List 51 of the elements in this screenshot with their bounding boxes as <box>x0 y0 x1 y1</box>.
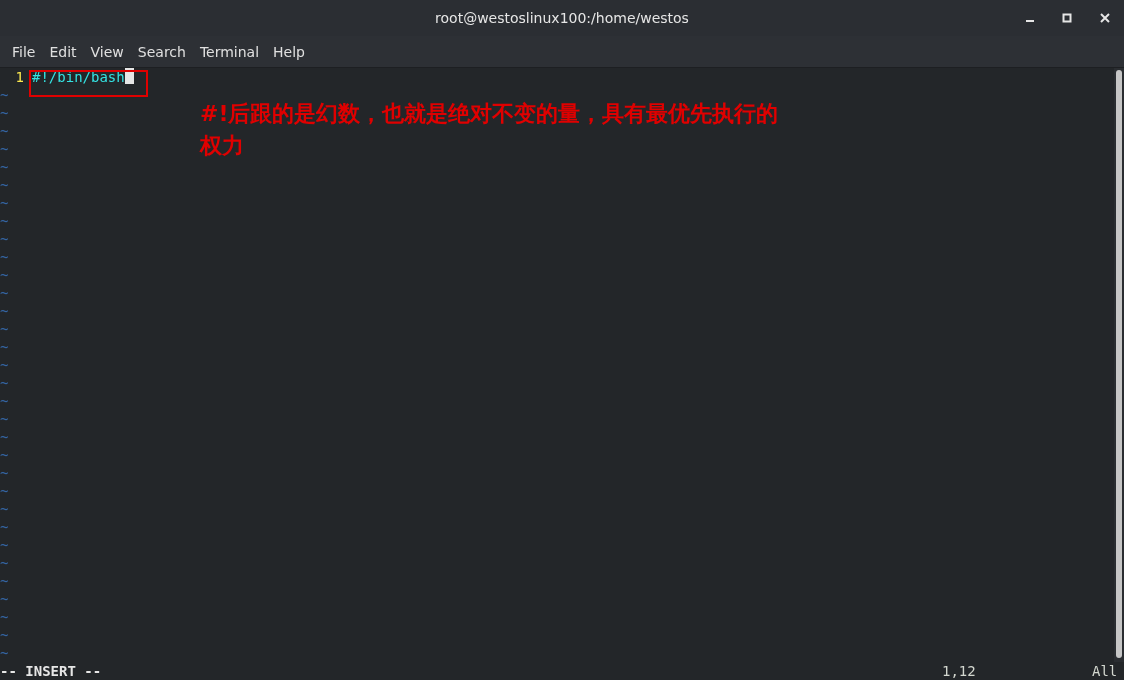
empty-line-marker: ~ <box>0 194 9 212</box>
scroll-indicator: All <box>1092 662 1114 680</box>
empty-line-marker: ~ <box>0 104 9 122</box>
scrollbar[interactable] <box>1114 68 1124 662</box>
empty-line-marker: ~ <box>0 266 9 284</box>
menu-item[interactable]: Terminal <box>193 43 268 60</box>
cursor-position: 1,12 <box>942 662 977 680</box>
empty-line-marker: ~ <box>0 86 9 104</box>
empty-line-marker: ~ <box>0 122 9 140</box>
empty-line-marker: ~ <box>0 500 9 518</box>
mode-indicator: -- INSERT -- <box>0 662 103 680</box>
empty-line-marker: ~ <box>0 428 9 446</box>
text-cursor <box>124 68 134 84</box>
empty-line-marker: ~ <box>0 446 9 464</box>
empty-line-marker: ~ <box>0 230 9 248</box>
empty-line-marker: ~ <box>0 608 9 626</box>
annotation-text: #!后跟的是幻数，也就是绝对不变的量，具有最优先执行的权力 <box>200 100 780 160</box>
empty-line-marker: ~ <box>0 554 9 572</box>
empty-line-marker: ~ <box>0 464 9 482</box>
empty-line-marker: ~ <box>0 536 9 554</box>
empty-line-marker: ~ <box>0 410 9 428</box>
empty-line-marker: ~ <box>0 320 9 338</box>
empty-line-marker: ~ <box>0 626 9 644</box>
empty-line-marker: ~ <box>0 140 9 158</box>
code-line: #!/bin/bash <box>32 68 125 86</box>
empty-line-marker: ~ <box>0 518 9 536</box>
empty-line-marker: ~ <box>0 572 9 590</box>
empty-line-marker: ~ <box>0 482 9 500</box>
close-icon <box>1100 13 1110 23</box>
empty-line-marker: ~ <box>0 356 9 374</box>
menu-item[interactable]: File <box>6 43 44 60</box>
empty-line-marker: ~ <box>0 176 9 194</box>
minimize-icon <box>1026 20 1034 22</box>
empty-line-marker: ~ <box>0 644 9 662</box>
menu-item[interactable]: View <box>84 43 132 60</box>
empty-line-marker: ~ <box>0 248 9 266</box>
empty-line-marker: ~ <box>0 284 9 302</box>
line-number: 1 <box>14 68 25 86</box>
menu-item[interactable]: Search <box>131 43 194 60</box>
window-title: root@westoslinux100:/home/westos <box>435 10 689 26</box>
empty-line-marker: ~ <box>0 158 9 176</box>
menu-item[interactable]: Help <box>267 43 313 60</box>
maximize-icon <box>1062 13 1072 23</box>
empty-line-marker: ~ <box>0 338 9 356</box>
empty-line-marker: ~ <box>0 590 9 608</box>
empty-line-marker: ~ <box>0 374 9 392</box>
empty-line-marker: ~ <box>0 392 9 410</box>
empty-line-marker: ~ <box>0 212 9 230</box>
menu-item[interactable]: Edit <box>43 43 85 60</box>
scrollbar-thumb[interactable] <box>1116 70 1122 658</box>
empty-line-marker: ~ <box>0 302 9 320</box>
